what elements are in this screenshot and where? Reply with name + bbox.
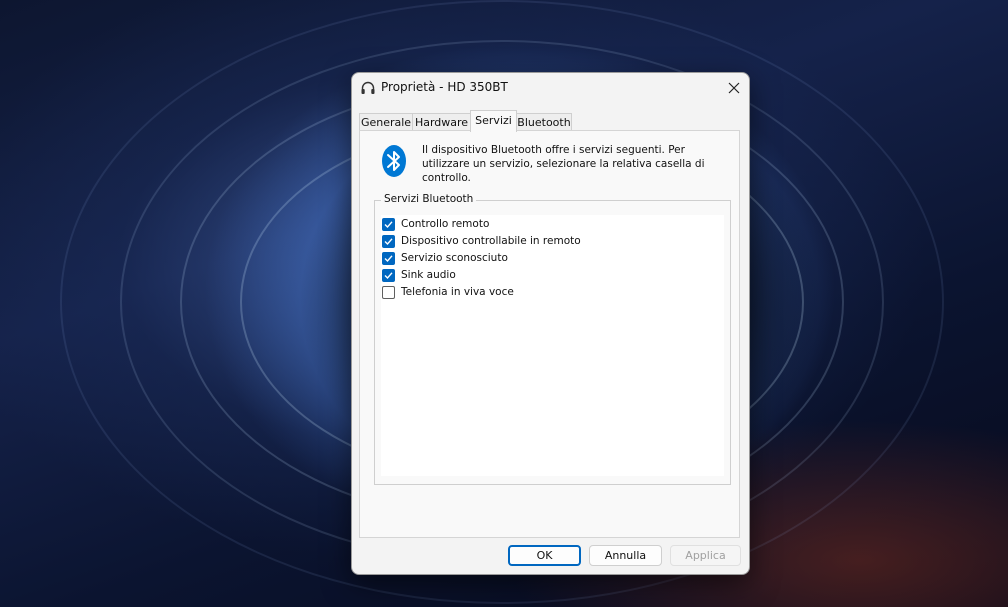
bluetooth-icon bbox=[380, 144, 408, 178]
service-item-telefonia-viva-voce[interactable]: Telefonia in viva voce bbox=[382, 285, 712, 301]
checkmark-icon bbox=[384, 238, 393, 246]
bluetooth-services-group: Servizi Bluetooth Controllo remoto Dispo… bbox=[374, 193, 731, 485]
title-bar[interactable]: Proprietà - HD 350BT bbox=[352, 73, 749, 103]
close-button[interactable] bbox=[719, 73, 749, 103]
checkbox-checked[interactable] bbox=[382, 269, 395, 282]
services-list[interactable]: Controllo remoto Dispositivo controllabi… bbox=[381, 215, 724, 476]
apply-button[interactable]: Applica bbox=[670, 545, 741, 566]
service-item-servizio-sconosciuto[interactable]: Servizio sconosciuto bbox=[382, 251, 712, 267]
service-label: Servizio sconosciuto bbox=[401, 252, 508, 264]
tab-hardware[interactable]: Hardware bbox=[412, 113, 471, 131]
service-label: Sink audio bbox=[401, 269, 456, 281]
close-icon bbox=[728, 82, 740, 94]
services-panel: Il dispositivo Bluetooth offre i servizi… bbox=[359, 130, 740, 538]
headphones-icon bbox=[360, 80, 376, 96]
checkmark-icon bbox=[384, 255, 393, 263]
tab-servizi[interactable]: Servizi bbox=[470, 110, 517, 132]
service-label: Dispositivo controllabile in remoto bbox=[401, 235, 581, 247]
tab-generale[interactable]: Generale bbox=[359, 113, 413, 131]
checkbox-checked[interactable] bbox=[382, 235, 395, 248]
window-title: Proprietà - HD 350BT bbox=[381, 80, 508, 94]
service-label: Controllo remoto bbox=[401, 218, 490, 230]
properties-dialog: Proprietà - HD 350BT Generale Hardware S… bbox=[351, 72, 750, 575]
tab-bluetooth[interactable]: Bluetooth bbox=[516, 113, 572, 131]
service-item-sink-audio[interactable]: Sink audio bbox=[382, 268, 712, 284]
checkbox-checked[interactable] bbox=[382, 252, 395, 265]
checkbox-checked[interactable] bbox=[382, 218, 395, 231]
services-description: Il dispositivo Bluetooth offre i servizi… bbox=[422, 144, 705, 184]
checkmark-icon bbox=[384, 221, 393, 229]
cancel-button[interactable]: Annulla bbox=[589, 545, 662, 566]
service-item-controllo-remoto[interactable]: Controllo remoto bbox=[382, 217, 712, 233]
service-item-dispositivo-controllabile[interactable]: Dispositivo controllabile in remoto bbox=[382, 234, 712, 250]
checkmark-icon bbox=[384, 272, 393, 280]
service-label: Telefonia in viva voce bbox=[401, 286, 514, 298]
checkbox-unchecked[interactable] bbox=[382, 286, 395, 299]
ok-button[interactable]: OK bbox=[508, 545, 581, 566]
group-label: Servizi Bluetooth bbox=[381, 193, 477, 205]
